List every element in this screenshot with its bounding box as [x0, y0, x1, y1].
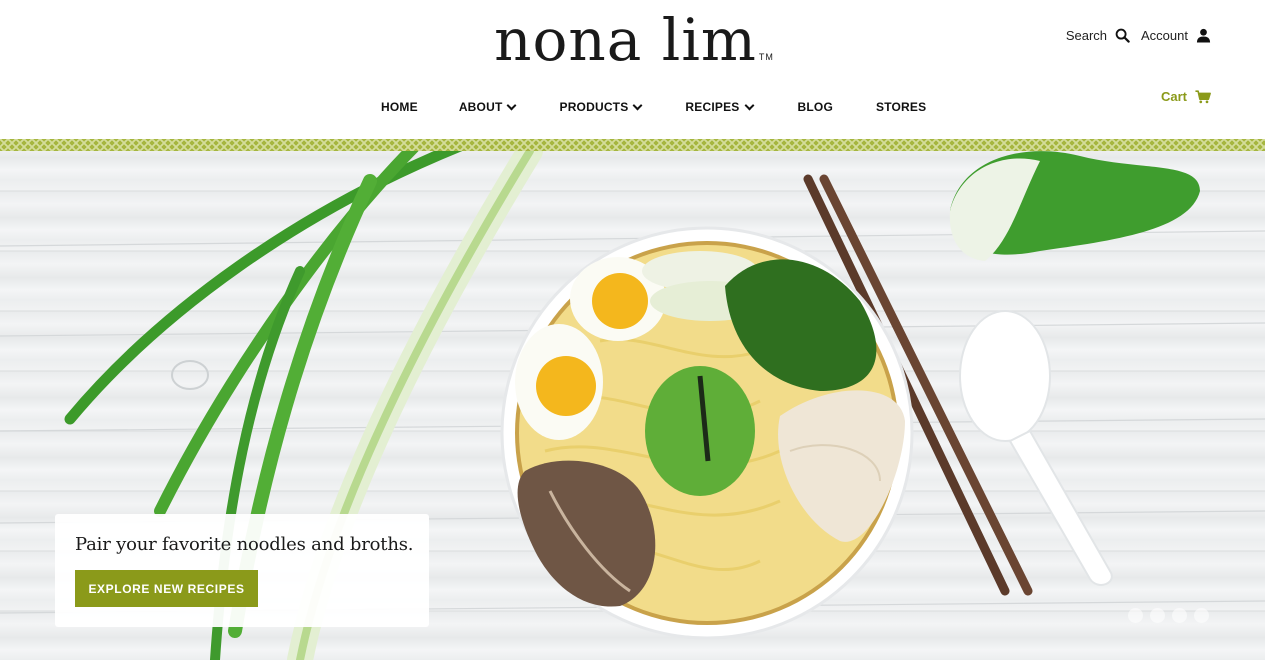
nav-about[interactable]: ABOUT: [458, 100, 517, 114]
nav-stores-label: STORES: [875, 100, 927, 114]
chevron-down-icon: [632, 100, 643, 110]
nav-stores[interactable]: STORES: [876, 100, 926, 114]
utility-links: Search Account: [1066, 28, 1211, 43]
main-nav: HOME ABOUT PRODUCTS RECIPES BLOG STORES: [381, 100, 926, 114]
user-icon[interactable]: [1196, 28, 1211, 43]
chevron-down-icon: [507, 100, 517, 110]
carousel-dot[interactable]: [1194, 608, 1209, 623]
nav-blog-label: BLOG: [797, 100, 833, 114]
ramen-bowl: [500, 226, 914, 640]
nav-recipes[interactable]: RECIPES: [685, 100, 754, 114]
carousel-dot[interactable]: [1172, 608, 1187, 623]
nav-about-label: ABOUT: [458, 100, 503, 114]
account-link[interactable]: Account: [1141, 28, 1188, 43]
promo-card: Pair your favorite noodles and broths. E…: [55, 514, 429, 627]
wood-knot: [171, 360, 209, 390]
nav-products[interactable]: PRODUCTS: [559, 100, 643, 114]
search-icon[interactable]: [1115, 28, 1130, 43]
bok-choy: [949, 151, 1200, 261]
promo-title: Pair your favorite noodles and broths.: [75, 534, 414, 555]
site-header: nona lim TM HOME ABOUT PRODUCTS RECIPES B…: [0, 0, 1268, 139]
cart-label: Cart: [1160, 89, 1187, 104]
nav-products-label: PRODUCTS: [559, 100, 629, 114]
carousel-indicators: [1128, 608, 1209, 623]
nav-blog[interactable]: BLOG: [798, 100, 833, 114]
hero-banner: Pair your favorite noodles and broths. E…: [0, 151, 1265, 660]
carousel-dot[interactable]: [1150, 608, 1165, 623]
cart-icon: [1195, 89, 1211, 103]
trademark-mark: TM: [758, 52, 774, 62]
nav-recipes-label: RECIPES: [685, 100, 740, 114]
nav-home[interactable]: HOME: [381, 100, 418, 114]
carousel-dot[interactable]: [1128, 608, 1143, 623]
logo-text: nona lim: [494, 6, 757, 74]
nav-home-label: HOME: [381, 100, 418, 114]
search-link[interactable]: Search: [1066, 28, 1107, 43]
explore-recipes-button[interactable]: EXPLORE NEW RECIPES: [75, 570, 258, 607]
decorative-pattern-band: [0, 139, 1265, 151]
cart-link[interactable]: Cart: [1161, 89, 1211, 104]
chevron-down-icon: [744, 100, 754, 110]
